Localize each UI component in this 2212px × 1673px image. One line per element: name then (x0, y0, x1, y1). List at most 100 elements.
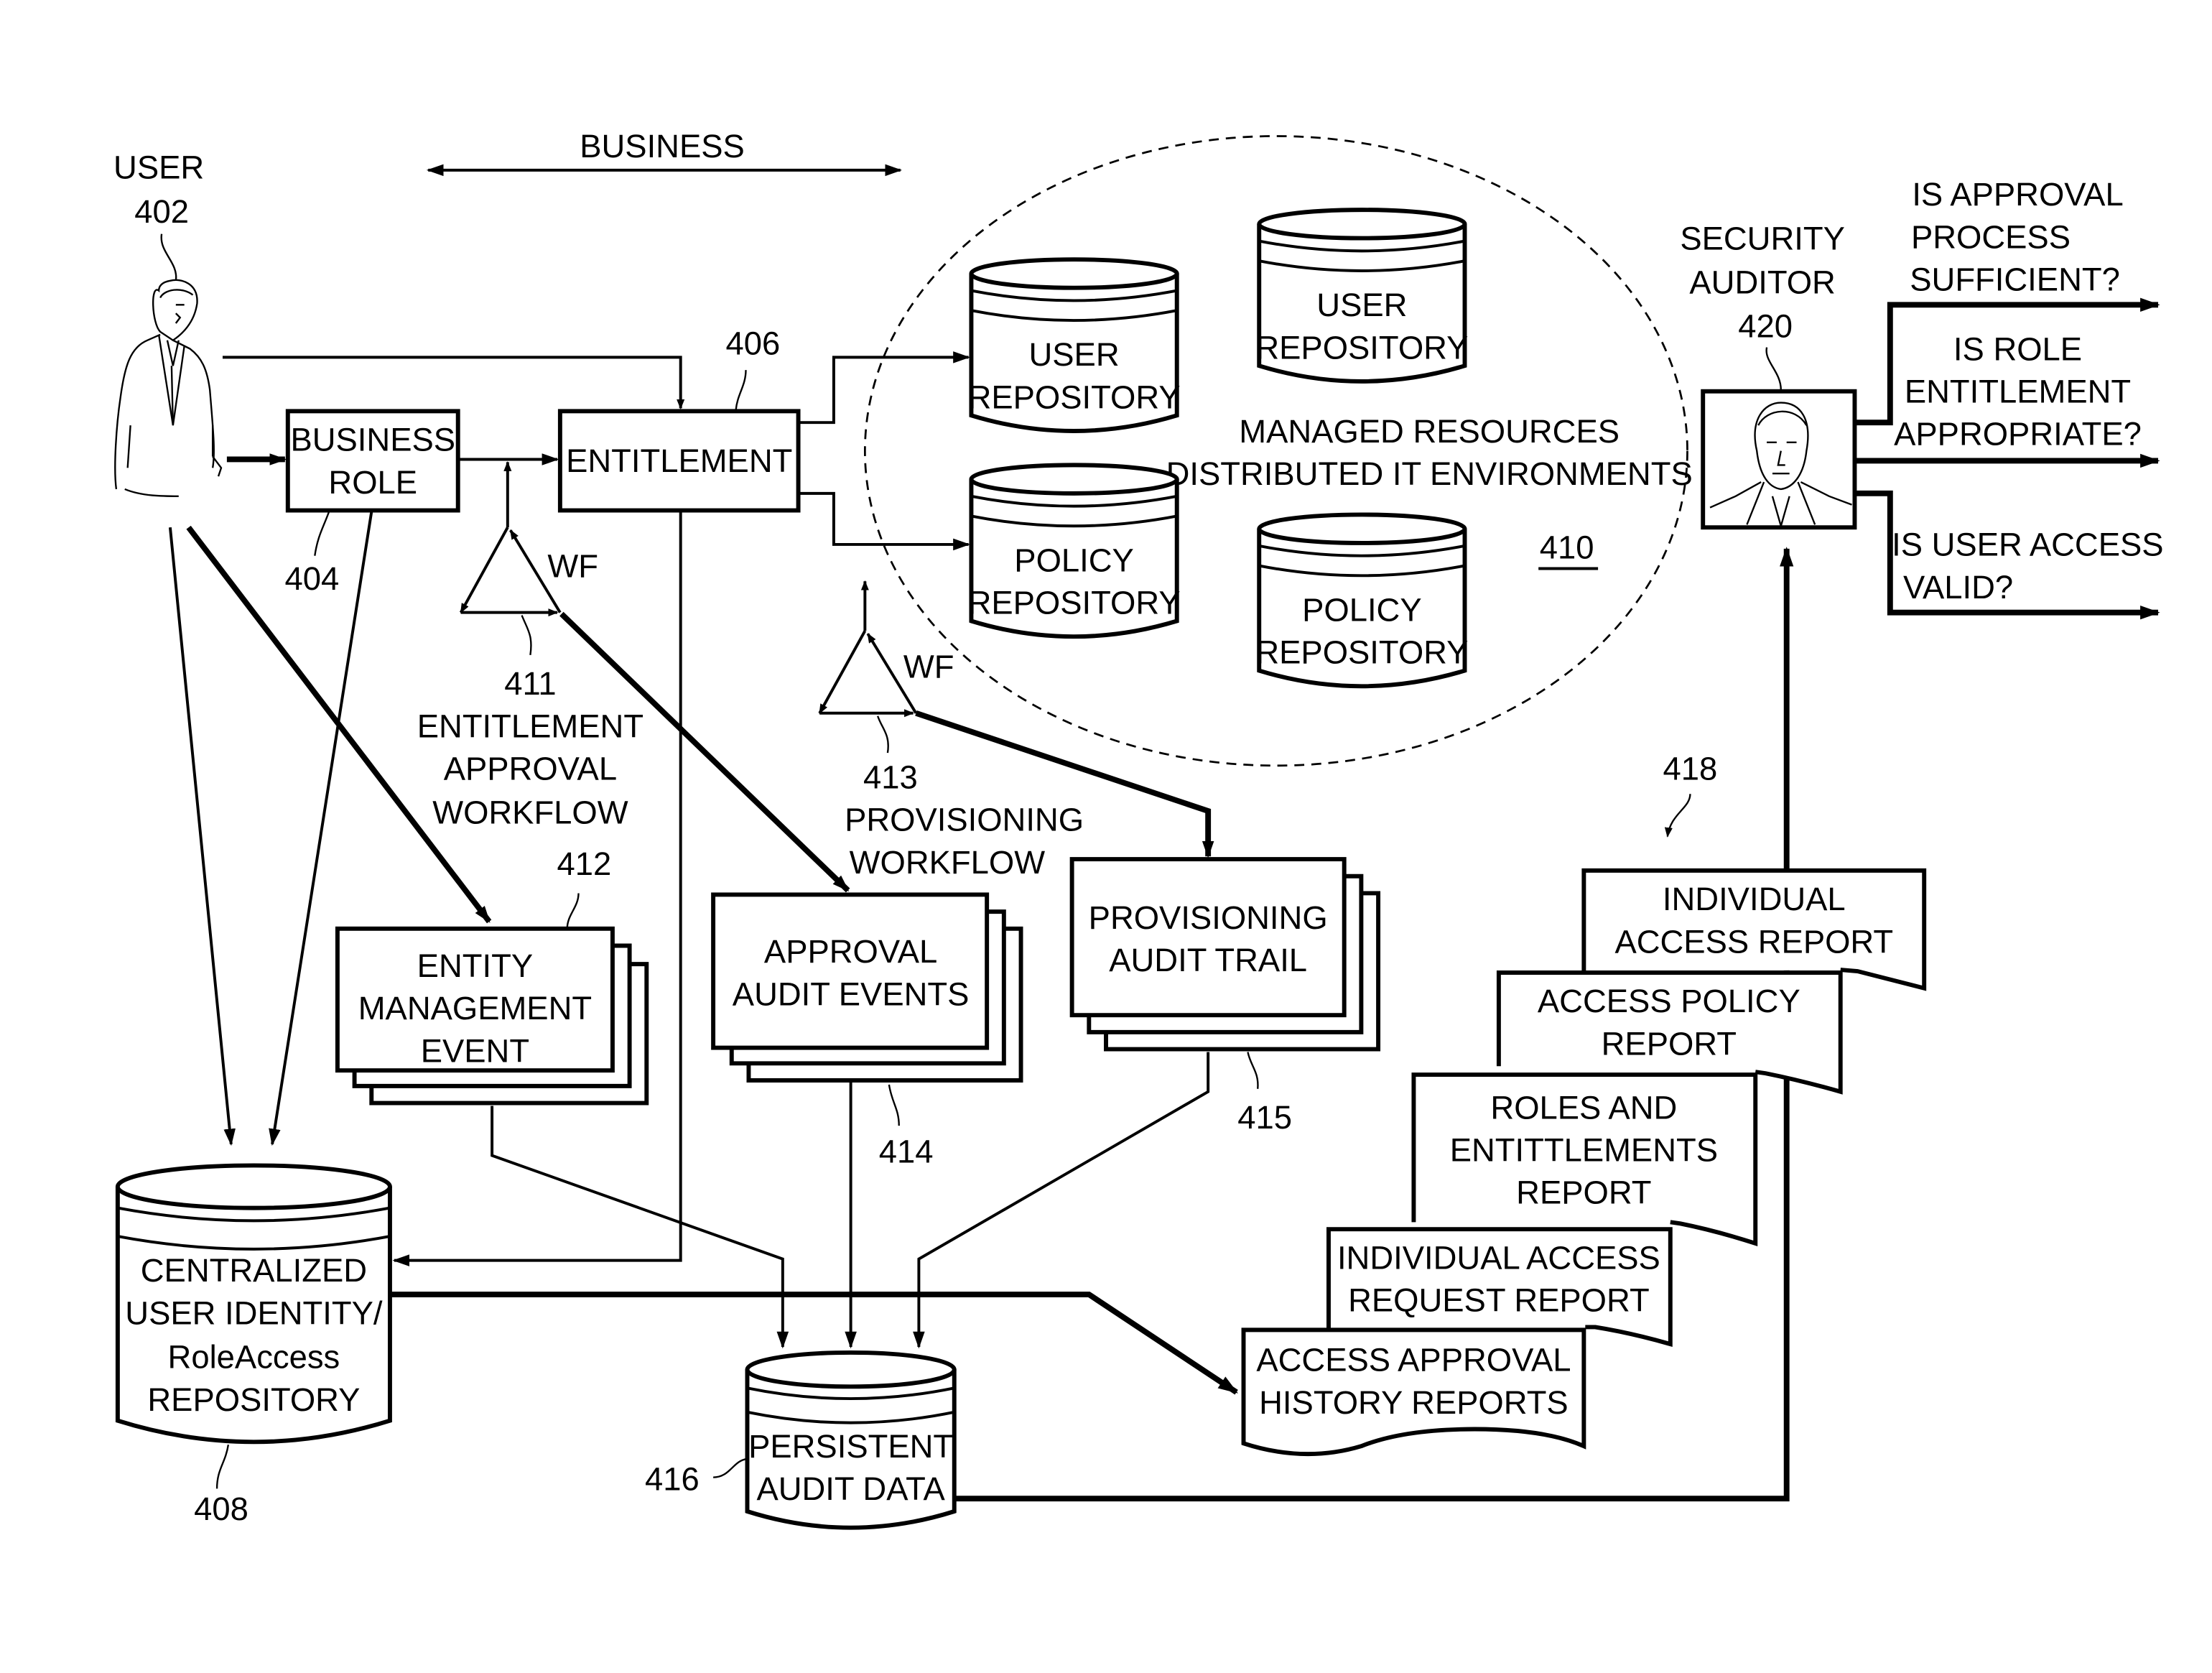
user-402: USER 402 (113, 149, 223, 497)
question-line: ENTITLEMENT (1905, 374, 2131, 410)
wf1-line-3: WORKFLOW (432, 794, 628, 831)
question-user-access: IS USER ACCESS VALID? (1892, 527, 2163, 606)
reports-418: 418 INDIVIDUAL ACCESS REPORT ACCESS POLI… (1241, 751, 1927, 1457)
reports-ref: 418 (1663, 751, 1718, 787)
entity-event-to-audit-arrow (491, 1106, 789, 1349)
entitlement-leader (735, 370, 747, 410)
managed-resources-line-1: MANAGED RESOURCES (1239, 413, 1620, 450)
auditor-line-1: SECURITY (1680, 220, 1845, 256)
repo-label-line-2: REPOSITORY (1255, 329, 1468, 366)
repo-label-line-1: USER (1316, 287, 1407, 323)
report-line-2: REQUEST REPORT (1348, 1282, 1650, 1319)
audit-data-line-1: PERSISTENT (748, 1428, 953, 1465)
central-repo-line-3: RoleAccess (168, 1339, 340, 1376)
wf2-tag: WF (903, 648, 954, 685)
event-stack-line-1: ENTITY (417, 947, 533, 984)
entitlement-to-policy-repo-arrow (799, 491, 970, 551)
approval-audit-events-414[interactable]: APPROVAL AUDIT EVENTS 414 (711, 892, 1023, 1169)
question-line: APPROPRIATE? (1894, 416, 2142, 453)
business-role-404[interactable]: BUSINESS ROLE 404 (284, 409, 460, 597)
event-stack-ref: 415 (1237, 1099, 1292, 1136)
provisioning-trail-to-audit-arrow (913, 1052, 1210, 1349)
report-line-1: ACCESS APPROVAL (1256, 1342, 1571, 1378)
entitlement-406[interactable]: ENTITLEMENT 406 (557, 325, 801, 513)
user-figure-icon (114, 279, 223, 497)
auditor-questions: IS APPROVAL PROCESS SUFFICIENT? IS ROLE … (1856, 176, 2164, 620)
wf1-line-2: APPROVAL (444, 751, 617, 787)
report-line-1: INDIVIDUAL (1663, 881, 1846, 917)
wf1-ref: 411 (504, 665, 556, 702)
repository-cylinder[interactable]: POLICY REPOSITORY (1255, 512, 1468, 689)
report-document[interactable]: ACCESS APPROVAL HISTORY REPORTS (1241, 1327, 1586, 1457)
business-label: BUSINESS (580, 128, 745, 164)
question-line: VALID? (1903, 569, 2013, 606)
repo-label-line-2: REPOSITORY (968, 585, 1181, 621)
managed-resources-ref: 410 (1540, 529, 1594, 566)
repo-label-line-1: POLICY (1014, 542, 1134, 578)
question-line: IS USER ACCESS (1892, 527, 2163, 563)
user-leader-line (160, 233, 177, 281)
question-line: SUFFICIENT? (1910, 261, 2120, 298)
event-stack-front[interactable] (1069, 857, 1347, 1018)
business-role-line-2: ROLE (328, 464, 417, 501)
event-stack-line-2: AUDIT TRAIL (1109, 942, 1307, 978)
event-stack-line-2: MANAGEMENT (358, 990, 592, 1026)
report-line-2: HISTORY REPORTS (1259, 1384, 1569, 1421)
repo-label-line-1: POLICY (1302, 591, 1422, 628)
question-approval-process: IS APPROVAL PROCESS SUFFICIENT? (1910, 176, 2123, 297)
entitlement-label: ENTITLEMENT (566, 442, 792, 479)
central-repo-line-1: CENTRALIZED (141, 1252, 367, 1289)
central-repo-line-4: REPOSITORY (147, 1381, 360, 1418)
wf2-line-2: WORKFLOW (850, 844, 1046, 881)
report-line-2: ACCESS REPORT (1614, 923, 1893, 960)
wf2-ref: 413 (863, 759, 918, 795)
business-scope-indicator: BUSINESS (426, 128, 903, 177)
business-role-leader (314, 511, 330, 556)
question-line: IS ROLE (1953, 330, 2082, 367)
persistent-audit-data-416[interactable]: PERSISTENT AUDIT DATA 416 (645, 1350, 957, 1530)
business-role-line-1: BUSINESS (290, 422, 455, 458)
repository-cylinder[interactable]: USER REPOSITORY (968, 257, 1181, 433)
user-label: USER (113, 149, 204, 186)
user-to-central-repo-arrow (168, 527, 236, 1146)
event-stack-line-1: APPROVAL (764, 933, 937, 970)
wf1-tag: WF (547, 547, 598, 584)
report-line-2: ENTITTLEMENTS (1450, 1131, 1718, 1168)
question-role-entitlement: IS ROLE ENTITLEMENT APPROPRIATE? (1894, 330, 2142, 452)
report-line-1: ROLES AND (1490, 1089, 1677, 1126)
business-role-ref: 404 (284, 560, 339, 597)
event-stack-front[interactable] (711, 892, 990, 1050)
report-line-2: REPORT (1602, 1025, 1737, 1062)
repo-label-line-2: REPOSITORY (968, 379, 1181, 415)
wf1-line-1: ENTITLEMENT (417, 708, 643, 744)
user-to-entitlement-arrow (222, 356, 685, 409)
entity-management-event-412[interactable]: ENTITY MANAGEMENT EVENT 412 (335, 845, 649, 1106)
managed-resources-line-2: DISTRIBUTED IT ENVIRONMENTS (1166, 455, 1693, 492)
event-stack-line-1: PROVISIONING (1089, 899, 1328, 936)
report-document[interactable]: INDIVIDUAL ACCESS REQUEST REPORT (1326, 1227, 1673, 1348)
auditor-ref: 420 (1738, 308, 1793, 345)
report-line-1: ACCESS POLICY (1538, 983, 1800, 1019)
audit-data-line-2: AUDIT DATA (756, 1470, 945, 1507)
audit-architecture-diagram: BUSINESS USER 402 BUSINESS ROLE 404 ENTI… (113, 128, 2164, 1530)
question-line: PROCESS (1911, 218, 2071, 255)
security-auditor-420[interactable]: SECURITY AUDITOR 420 (1680, 220, 1857, 530)
question-line: IS APPROVAL (1912, 176, 2123, 213)
event-stack-ref: 414 (879, 1133, 934, 1169)
report-document[interactable]: ROLES AND ENTITTLEMENTS REPORT (1411, 1072, 1758, 1247)
central-repo-ref: 408 (194, 1491, 248, 1527)
entitlement-ref: 406 (726, 325, 781, 361)
repository-cylinder[interactable]: USER REPOSITORY (1255, 208, 1468, 384)
event-stack-line-2: AUDIT EVENTS (733, 975, 970, 1012)
user-ref: 402 (134, 193, 189, 230)
repo-label-line-2: REPOSITORY (1255, 634, 1468, 671)
event-stack-ref: 412 (557, 845, 612, 882)
entitlement-approval-workflow-411[interactable]: WF 411 ENTITLEMENT APPROVAL WORKFLOW (417, 461, 643, 831)
central-repository-408[interactable]: CENTRALIZED USER IDENTITY/ RoleAccess RE… (115, 1163, 392, 1527)
repo-label-line-1: USER (1029, 336, 1120, 373)
report-line-3: REPORT (1516, 1174, 1651, 1211)
entitlement-to-central-repo-arrow (392, 511, 682, 1266)
repository-cylinder[interactable]: POLICY REPOSITORY (968, 463, 1181, 639)
provisioning-audit-trail-415[interactable]: PROVISIONING AUDIT TRAIL 415 (1069, 857, 1381, 1136)
entitlement-to-user-repo-arrow (799, 351, 970, 425)
